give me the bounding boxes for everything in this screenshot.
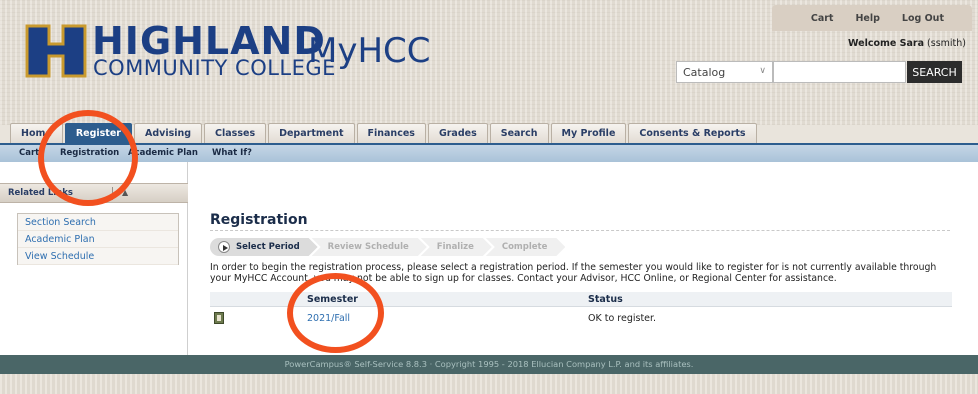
table-row: 2021/Fall OK to register. [210, 312, 952, 327]
divider [112, 187, 113, 200]
subnav-academic-plan[interactable]: Academic Plan [128, 148, 198, 158]
title-divider [210, 230, 950, 231]
document-icon [214, 312, 224, 324]
step-label: Select Period [236, 242, 300, 252]
column-semester: Semester [307, 294, 358, 305]
subnav-cart[interactable]: Cart [19, 148, 39, 158]
tab-department[interactable]: Department [268, 123, 355, 143]
table-header: Semester Status [210, 292, 952, 307]
help-link[interactable]: Help [855, 13, 879, 24]
step-select-period: Select Period [210, 238, 318, 256]
play-icon [218, 241, 230, 253]
sub-navigation: Cart Registration Academic Plan What If? [0, 143, 978, 162]
logo-title: HIGHLAND [92, 19, 326, 63]
related-links-list: Section Search Academic Plan View Schedu… [17, 213, 179, 265]
tab-register[interactable]: Register [64, 123, 132, 143]
tab-my-profile[interactable]: My Profile [550, 123, 627, 143]
sidebar-link-view-schedule[interactable]: View Schedule [18, 248, 178, 265]
myhcc-logo: MyHCC [308, 31, 431, 71]
search-input[interactable] [773, 61, 906, 83]
search-button[interactable]: SEARCH [907, 61, 962, 83]
catalog-select[interactable]: Catalog ∨ [676, 61, 773, 83]
step-complete: Complete [486, 238, 566, 256]
subnav-what-if[interactable]: What If? [212, 148, 252, 158]
subnav-registration[interactable]: Registration [60, 148, 119, 158]
welcome-username: (ssmith) [927, 38, 966, 49]
tab-search[interactable]: Search [489, 123, 549, 143]
sidebar-link-academic-plan[interactable]: Academic Plan [18, 231, 178, 248]
main-tabs: Home Register Advising Classes Departmen… [10, 123, 757, 143]
welcome-name: Welcome Sara [848, 38, 925, 49]
tab-finances[interactable]: Finances [356, 123, 426, 143]
tab-grades[interactable]: Grades [427, 123, 488, 143]
collapse-up-icon[interactable]: ▲ [122, 188, 128, 197]
logout-link[interactable]: Log Out [902, 13, 944, 24]
sidebar-link-section-search[interactable]: Section Search [18, 214, 178, 231]
step-finalize: Finalize [421, 238, 492, 256]
related-links-title: Related Links [8, 188, 73, 198]
logo-subtitle: COMMUNITY COLLEGE [93, 56, 336, 80]
tab-classes[interactable]: Classes [204, 123, 267, 143]
related-links-header[interactable]: Related Links ▲ [0, 183, 188, 203]
utility-bar: Cart Help Log Out [772, 5, 972, 31]
footer: PowerCampus® Self-Service 8.8.3 · Copyri… [0, 355, 978, 374]
semester-link[interactable]: 2021/Fall [307, 313, 350, 324]
registration-steps: Select Period Review Schedule Finalize C… [210, 238, 559, 256]
chevron-down-icon: ∨ [759, 66, 766, 76]
bottom-strip [0, 374, 978, 394]
page-header: HIGHLAND COMMUNITY COLLEGE MyHCC Cart He… [0, 0, 978, 125]
catalog-select-value: Catalog [683, 66, 726, 79]
column-status: Status [588, 294, 623, 305]
welcome-message: Welcome Sara (ssmith) [848, 38, 966, 49]
tab-advising[interactable]: Advising [133, 123, 203, 143]
hcc-h-logo-icon [25, 24, 87, 78]
page-title: Registration [210, 212, 308, 228]
cart-link[interactable]: Cart [811, 13, 834, 24]
status-text: OK to register. [588, 313, 657, 324]
step-review-schedule: Review Schedule [312, 238, 427, 256]
tab-consents-reports[interactable]: Consents & Reports [628, 123, 757, 143]
instructions-text: In order to begin the registration proce… [210, 262, 937, 284]
tab-home[interactable]: Home [10, 123, 63, 143]
